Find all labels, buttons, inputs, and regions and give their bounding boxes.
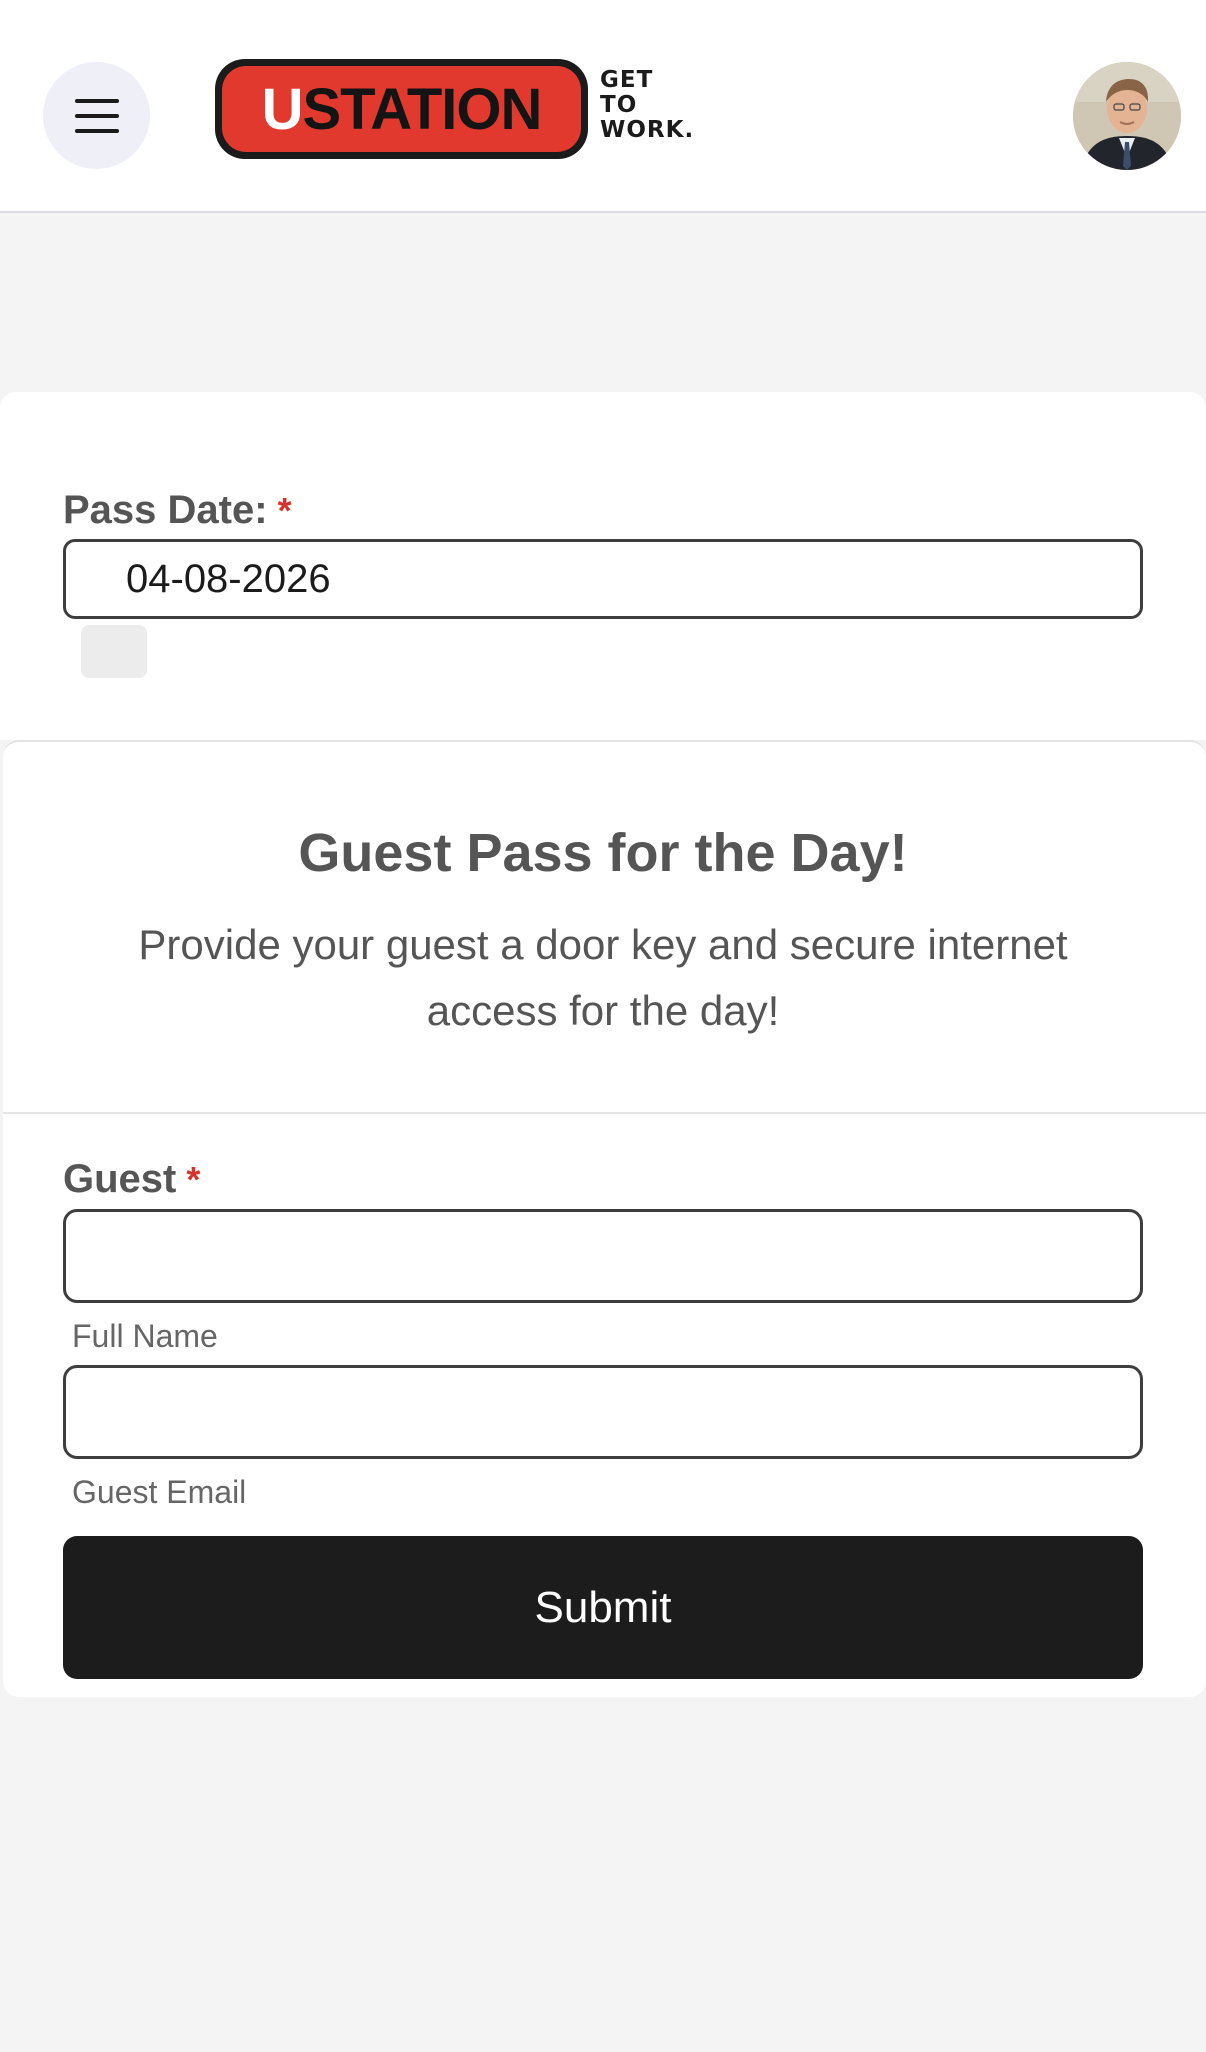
pass-date-value: 04-08-2026 bbox=[126, 556, 331, 601]
logo-tagline-line: GET bbox=[600, 67, 654, 93]
submit-button[interactable]: Submit bbox=[63, 1536, 1143, 1679]
guest-email-sublabel: Guest Email bbox=[72, 1474, 247, 1510]
pass-date-input[interactable]: 04-08-2026 bbox=[63, 539, 1143, 619]
full-name-sublabel: Full Name bbox=[72, 1318, 218, 1354]
hamburger-menu-icon bbox=[74, 98, 119, 133]
hamburger-menu-button[interactable] bbox=[43, 62, 150, 169]
pass-date-label-text: Pass Date: bbox=[63, 488, 268, 532]
ustation-logo[interactable]: U STATION GET TO WORK. bbox=[215, 56, 705, 166]
logo-wordmark-rest: STATION bbox=[302, 76, 542, 142]
guest-label-text: Guest bbox=[63, 1157, 177, 1201]
guest-full-name-input[interactable] bbox=[63, 1209, 1143, 1303]
logo-tagline-line: TO bbox=[600, 92, 638, 118]
logo-tagline-line: WORK. bbox=[600, 117, 695, 143]
logo-wordmark: U STATION bbox=[222, 66, 581, 152]
user-avatar[interactable] bbox=[1073, 62, 1181, 170]
guest-pass-title: Guest Pass for the Day! bbox=[298, 823, 908, 883]
logo-wordmark-u: U bbox=[261, 76, 304, 142]
user-avatar-icon bbox=[1073, 62, 1181, 170]
required-marker: * bbox=[186, 1159, 201, 1200]
logo-pill: U STATION bbox=[215, 59, 588, 159]
guest-label: Guest * bbox=[63, 1157, 200, 1202]
required-marker: * bbox=[277, 490, 292, 531]
guest-pass-description: Provide your guest a door key and secure… bbox=[138, 921, 1068, 1034]
logo-tagline: GET TO WORK. bbox=[600, 68, 710, 143]
date-picker-button[interactable] bbox=[81, 625, 147, 678]
section-divider bbox=[3, 1112, 1206, 1114]
pass-date-label: Pass Date: * bbox=[63, 488, 292, 533]
guest-email-input[interactable] bbox=[63, 1365, 1143, 1459]
app-header: U STATION GET TO WORK. bbox=[0, 0, 1206, 213]
